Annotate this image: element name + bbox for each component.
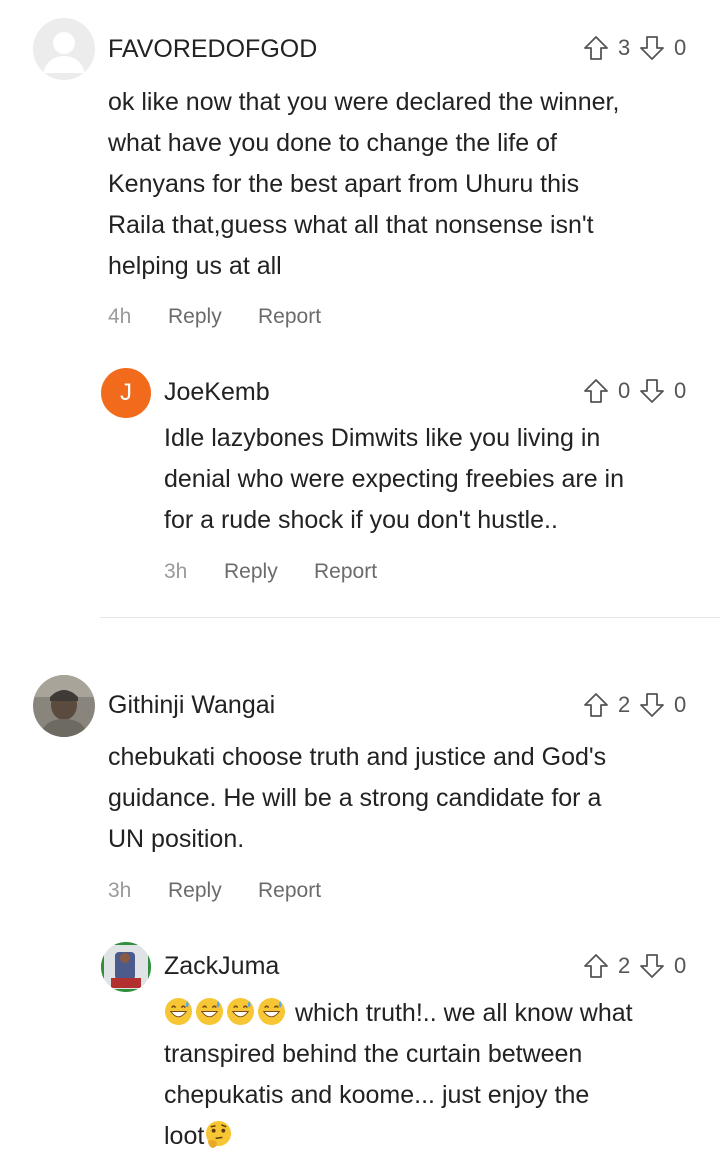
downvote-icon[interactable] <box>638 691 666 719</box>
downvote-count: 0 <box>674 378 687 403</box>
report-button[interactable]: Report <box>258 879 321 903</box>
reply-button[interactable]: Reply <box>224 560 314 584</box>
downvote-icon[interactable] <box>638 377 666 405</box>
comment-meta: 4h Reply Report <box>108 305 321 329</box>
comment-text: which truth!.. we all know what transpir… <box>164 993 704 1157</box>
vote-controls: 2 0 <box>582 952 688 980</box>
grinning-sweat-emoji <box>164 997 193 1026</box>
downvote-count: 0 <box>674 953 687 978</box>
thinking-face-emoji <box>206 1120 232 1149</box>
comment-text-line: denial who were expecting freebies are i… <box>164 465 624 493</box>
downvote-count: 0 <box>674 35 687 60</box>
comment-text-line: guidance. He will be a strong candidate … <box>108 784 602 812</box>
downvote-count: 0 <box>674 692 687 717</box>
comment-text-line: UN position. <box>108 825 245 853</box>
comment-text-line: Kenyans for the best apart from Uhuru th… <box>108 170 580 198</box>
vote-controls: 3 0 <box>582 34 688 62</box>
comment-text-line: Raila that,guess what all that nonsense … <box>108 211 594 239</box>
upvote-count: 0 <box>618 378 631 403</box>
avatar[interactable]: J <box>101 368 151 418</box>
downvote-icon[interactable] <box>638 952 666 980</box>
comment-author[interactable]: JoeKemb <box>164 378 270 407</box>
upvote-icon[interactable] <box>582 952 610 980</box>
comment-text-span: which truth!.. we all know what <box>294 999 633 1027</box>
reply-button[interactable]: Reply <box>168 305 258 329</box>
reply-button[interactable]: Reply <box>168 879 258 903</box>
comment-text: ok like now that you were declared the w… <box>108 82 698 287</box>
timestamp: 3h <box>164 560 188 583</box>
comment-author[interactable]: Githinji Wangai <box>108 691 275 720</box>
thread-divider <box>100 617 720 618</box>
comment-text-line: helping us at all <box>108 252 282 280</box>
report-button[interactable]: Report <box>258 305 321 329</box>
avatar-letter: J <box>120 379 132 406</box>
comment-meta: 3h Reply Report <box>108 879 321 903</box>
comment-text-line: which truth!.. we all know what <box>164 993 704 1034</box>
comment-text-line: loot <box>164 1116 704 1157</box>
comment-text-span: loot <box>164 1122 205 1150</box>
downvote-icon[interactable] <box>638 34 666 62</box>
comment-author[interactable]: FAVOREDOFGOD <box>108 35 317 64</box>
upvote-count: 3 <box>618 35 631 60</box>
upvote-icon[interactable] <box>582 377 610 405</box>
timestamp: 4h <box>108 305 132 328</box>
avatar[interactable] <box>33 675 95 737</box>
upvote-icon[interactable] <box>582 691 610 719</box>
comment-meta: 3h Reply Report <box>164 560 377 584</box>
comment-text-line: ok like now that you were declared the w… <box>108 88 620 116</box>
vote-controls: 2 0 <box>582 691 688 719</box>
comment-text-line: chebukati choose truth and justice and G… <box>108 743 607 771</box>
upvote-count: 2 <box>618 692 631 717</box>
comment-text: Idle lazybones Dimwits like you living i… <box>164 418 704 541</box>
default-user-icon <box>33 18 95 80</box>
profile-photo <box>33 675 95 737</box>
avatar[interactable] <box>33 18 95 80</box>
grinning-sweat-emoji <box>195 997 224 1026</box>
comment-text: chebukati choose truth and justice and G… <box>108 737 698 860</box>
timestamp: 3h <box>108 879 132 902</box>
comment-text-line: for a rude shock if you don't hustle.. <box>164 506 558 534</box>
upvote-icon[interactable] <box>582 34 610 62</box>
comment-text-line: transpired behind the curtain between <box>164 1040 583 1068</box>
upvote-count: 2 <box>618 953 631 978</box>
comment-text-line: what have you done to change the life of <box>108 129 557 157</box>
vote-controls: 0 0 <box>582 377 688 405</box>
profile-photo <box>101 942 151 992</box>
avatar[interactable] <box>101 942 151 992</box>
report-button[interactable]: Report <box>314 560 377 584</box>
grinning-sweat-emoji <box>257 997 286 1026</box>
comment-author[interactable]: ZackJuma <box>164 952 279 981</box>
grinning-sweat-emoji <box>226 997 255 1026</box>
comment-text-line: Idle lazybones Dimwits like you living i… <box>164 424 601 452</box>
comment-text-line: chepukatis and koome... just enjoy the <box>164 1081 590 1109</box>
